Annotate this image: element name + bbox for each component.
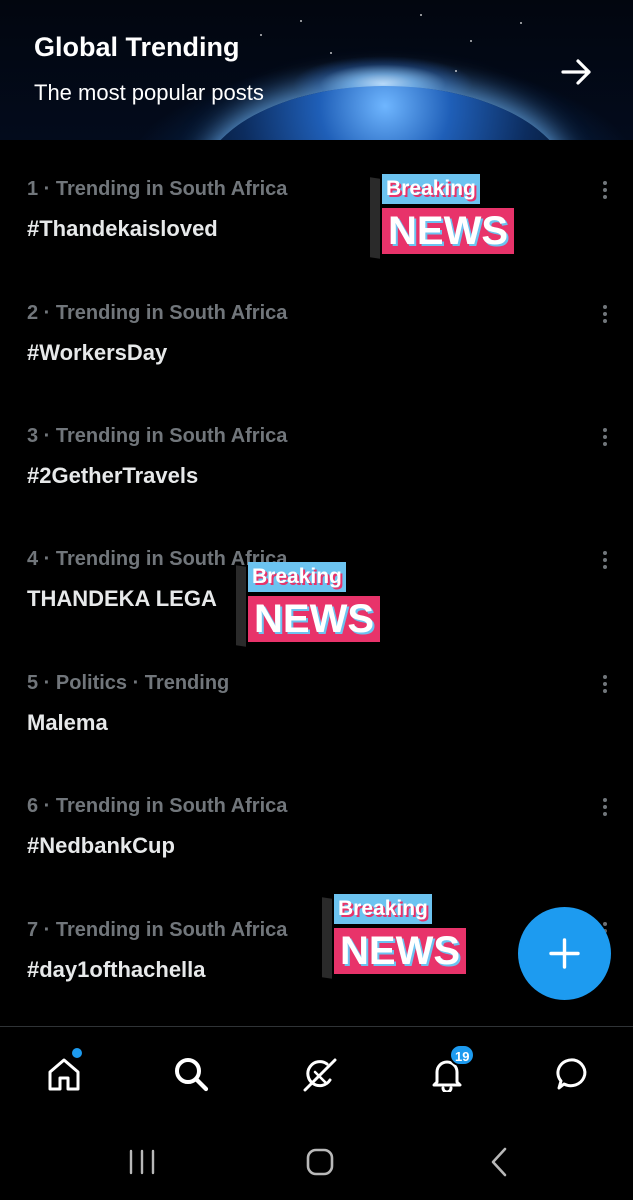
breaking-news-sticker: Breaking NEWS [370, 174, 532, 260]
nav-grok[interactable] [296, 1050, 344, 1098]
compose-button[interactable] [518, 907, 611, 1000]
banner-subtitle: The most popular posts [34, 80, 264, 105]
home-icon [48, 1058, 80, 1091]
sticker-top-text: Breaking [248, 562, 346, 592]
grok-icon [303, 1058, 337, 1092]
back-button[interactable] [482, 1144, 518, 1180]
trend-row-6[interactable]: 6 · Trending in South Africa #NedbankCup [0, 795, 633, 919]
trend-row-1[interactable]: 1 · Trending in South Africa #Thandekais… [0, 178, 633, 302]
recents-button[interactable] [124, 1144, 160, 1180]
nav-search[interactable] [167, 1050, 215, 1098]
more-options-icon[interactable] [596, 548, 614, 572]
recents-icon [129, 1149, 155, 1175]
sticker-bottom-text: NEWS [248, 596, 380, 642]
breaking-news-sticker: Breaking NEWS [322, 894, 484, 980]
trend-meta: 3 · Trending in South Africa [27, 425, 288, 447]
home-unread-dot [72, 1048, 82, 1058]
trend-name: #WorkersDay [27, 340, 168, 365]
trend-row-5[interactable]: 5 · Politics · Trending Malema [0, 672, 633, 796]
nav-home[interactable] [40, 1048, 88, 1098]
trend-name: Malema [27, 710, 108, 735]
system-home-button[interactable] [302, 1144, 338, 1180]
trend-meta: 2 · Trending in South Africa [27, 302, 288, 324]
trend-name: #day1ofthachella [27, 957, 206, 982]
sticker-top-text: Breaking [334, 894, 432, 924]
notifications-badge: 19 [449, 1044, 476, 1066]
arrow-right-icon[interactable] [560, 56, 594, 88]
trend-row-2[interactable]: 2 · Trending in South Africa #WorkersDay [0, 302, 633, 426]
trend-meta: 6 · Trending in South Africa [27, 795, 288, 817]
trend-name: #2GetherTravels [27, 463, 199, 488]
more-options-icon[interactable] [596, 425, 614, 449]
nav-notifications[interactable]: 19 [423, 1044, 476, 1098]
sticker-top-text: Breaking [382, 174, 480, 204]
more-options-icon[interactable] [596, 302, 614, 326]
search-icon [175, 1058, 209, 1092]
sticker-bottom-text: NEWS [334, 928, 466, 974]
plus-icon [549, 938, 580, 969]
more-options-icon[interactable] [596, 795, 614, 819]
nav-divider [0, 1026, 633, 1027]
back-icon [491, 1147, 507, 1177]
home-icon [306, 1148, 334, 1176]
trend-meta: 7 · Trending in South Africa [27, 919, 288, 941]
trend-name: #Thandekaisloved [27, 216, 218, 241]
trend-name: #NedbankCup [27, 833, 175, 858]
more-options-icon[interactable] [596, 178, 614, 202]
banner-title: Global Trending [34, 32, 240, 62]
global-trending-banner[interactable]: Global Trending The most popular posts [0, 0, 633, 140]
trend-meta: 1 · Trending in South Africa [27, 178, 288, 200]
breaking-news-sticker: Breaking NEWS [236, 562, 398, 648]
messages-icon [556, 1058, 587, 1090]
sticker-bottom-text: NEWS [382, 208, 514, 254]
more-options-icon[interactable] [596, 672, 614, 696]
trend-meta: 5 · Politics · Trending [27, 672, 230, 694]
nav-messages[interactable] [550, 1050, 598, 1098]
trend-row-3[interactable]: 3 · Trending in South Africa #2GetherTra… [0, 425, 633, 549]
trend-name: THANDEKA LEGA [27, 586, 217, 611]
